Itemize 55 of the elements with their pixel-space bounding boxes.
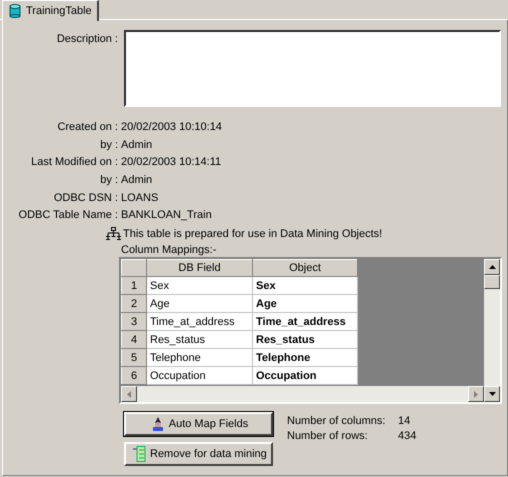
stat-value: 14 (398, 415, 410, 430)
table-cell: Occupation (252, 366, 358, 385)
property-value: 20/02/2003 10:10:14 (121, 120, 222, 133)
row-number: 3 (122, 312, 146, 331)
property-label: Last Modified on : (30, 156, 118, 168)
table-cell: Time_at_address (146, 312, 252, 331)
column-header[interactable]: Object (252, 260, 358, 277)
stat-value: 434 (398, 430, 416, 444)
notice-text: This table is prepared for use in Data Mining Objects! (123, 228, 382, 240)
action-button[interactable]: Remove for data mining (124, 442, 273, 466)
horizontal-scrollbar[interactable] (121, 386, 484, 402)
property-value: Admin (121, 174, 152, 186)
description-label: Description : (56, 33, 118, 45)
vertical-scrollbar[interactable] (484, 259, 500, 402)
tab[interactable]: TrainingTable (2, 0, 99, 21)
property-label: by : (99, 138, 118, 151)
wizard-icon (150, 417, 165, 432)
row-number: 4 (122, 330, 146, 349)
property-value: 20/02/2003 10:14:11 (121, 156, 222, 168)
property-value: BANKLOAN_Train (121, 209, 212, 222)
hierarchy-icon (106, 227, 121, 242)
property-label: ODBC Table Name : (18, 209, 118, 222)
table-cell: Sex (252, 276, 358, 295)
property-label: Created on : (56, 120, 118, 133)
row-number: 2 (122, 294, 146, 313)
mappings-label: Column Mappings:- (121, 243, 218, 258)
tree-icon (132, 446, 146, 462)
property-value: Admin (121, 138, 152, 151)
property-label: by : (99, 174, 118, 186)
down-arrow-icon (488, 392, 496, 396)
scroll-thumb[interactable] (484, 275, 500, 290)
table-cell: Occupation (146, 366, 252, 385)
row-number: 1 (122, 276, 146, 295)
row-number: 5 (122, 348, 146, 367)
grid-corner (122, 260, 146, 277)
table-cell: Res_status (146, 330, 252, 349)
left-arrow-icon (127, 390, 131, 398)
property-label: ODBC DSN : (52, 192, 118, 204)
table-cell: Age (146, 294, 252, 313)
table-cell: Time_at_address (252, 312, 358, 331)
property-value: LOANS (121, 192, 158, 204)
table-cell: Sex (146, 276, 252, 295)
table-cell: Telephone (146, 348, 252, 367)
database-icon (9, 4, 21, 18)
action-button[interactable]: Auto Map Fields (124, 412, 273, 436)
row-number: 6 (122, 366, 146, 385)
up-arrow-icon (488, 265, 496, 270)
right-arrow-icon (474, 390, 478, 398)
column-header[interactable]: DB Field (146, 260, 252, 277)
description-field[interactable] (124, 30, 501, 107)
table-cell: Res_status (252, 330, 358, 349)
table-cell: Age (252, 294, 358, 313)
stat-label: Number of rows: (287, 430, 369, 444)
stat-label: Number of columns: (287, 415, 386, 430)
table-cell: Telephone (252, 348, 358, 367)
